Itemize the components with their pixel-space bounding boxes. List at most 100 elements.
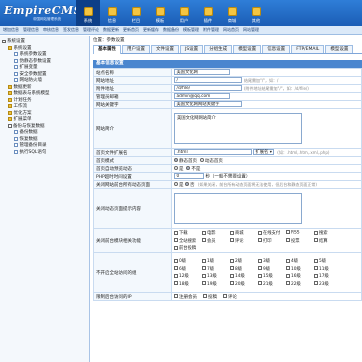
close-func-checkbox[interactable]: 全站搜索	[174, 238, 202, 244]
subnav-link[interactable]: 审核信息	[43, 27, 59, 33]
tab-group[interactable]: 分组生成	[204, 45, 233, 53]
close-func-checkbox[interactable]: 评论	[230, 238, 258, 244]
index-mode-static-radio[interactable]	[174, 158, 178, 162]
close-func-checkbox[interactable]: RSS	[286, 230, 314, 236]
index-ext-select[interactable]: 扩展名 ▾	[253, 149, 274, 155]
level-checkbox[interactable]: 15级	[258, 273, 286, 279]
subnav-link[interactable]: 数据备份	[163, 27, 179, 33]
close-func-checkbox[interactable]: 商城	[230, 230, 258, 236]
checkbox-icon	[286, 266, 290, 271]
checkbox-icon	[258, 273, 262, 278]
sidebar-item[interactable]: 执行SQL语句	[0, 149, 89, 156]
levels-group: 0级 1级 2级 3级 4级 5级 6级 7级 8级 9级 10级 11级 12级 13级 14级 15级 16…	[174, 257, 359, 288]
level-checkbox[interactable]: 9级	[258, 266, 286, 272]
email-input[interactable]: admin@qq.com	[174, 93, 230, 99]
checkbox-icon	[314, 238, 318, 242]
level-checkbox[interactable]: 1级	[202, 258, 230, 264]
subnav-link[interactable]: 增加信息	[3, 27, 19, 33]
topnav-info[interactable]: 信息	[100, 0, 124, 26]
topnav-user[interactable]: 用户	[172, 0, 196, 26]
level-checkbox[interactable]: 3级	[258, 258, 286, 264]
level-checkbox[interactable]: 22级	[286, 281, 314, 287]
tab-basic[interactable]: 基本属性	[93, 45, 121, 54]
site-url-input[interactable]: /	[174, 77, 242, 83]
level-checkbox[interactable]: 2级	[230, 258, 258, 264]
level-checkbox[interactable]: 0级	[174, 258, 202, 264]
subnav-link[interactable]: 网站管理	[243, 27, 259, 33]
auto-preview-label: 首页自动预览动态	[93, 164, 172, 173]
close-func-checkbox[interactable]: 打印	[258, 238, 286, 244]
topnav-shop[interactable]: 商城	[220, 0, 244, 26]
checkbox-icon	[314, 273, 318, 278]
topnav-plugin[interactable]: 插件	[196, 0, 220, 26]
keywords-input[interactable]: 美国文化网网站关键字	[174, 101, 242, 107]
checkbox-icon	[314, 230, 318, 235]
topnav-system[interactable]: 系统	[76, 0, 100, 26]
level-checkbox[interactable]: 8级	[230, 266, 258, 272]
tab-model[interactable]: 模型设置	[233, 45, 262, 53]
attach-url-input[interactable]: /d/file/	[174, 85, 242, 91]
php-timeout-input[interactable]: 0	[174, 173, 204, 179]
subnav-link[interactable]: 网站首页	[223, 27, 239, 33]
auto-preview-no-radio[interactable]	[186, 166, 191, 170]
level-checkbox[interactable]: 18级	[174, 281, 202, 287]
limit-checkbox[interactable]: 评论	[223, 294, 237, 300]
topnav-other[interactable]: 其他	[244, 0, 268, 26]
level-checkbox[interactable]: 19级	[202, 281, 230, 287]
site-name-input[interactable]: 美国文化网	[174, 69, 230, 75]
level-checkbox[interactable]: 5级	[314, 258, 342, 264]
index-mode-dynamic-radio[interactable]	[199, 158, 204, 162]
tab-model2[interactable]: 模型设置	[325, 45, 354, 53]
auto-preview-yes-radio[interactable]	[174, 166, 178, 170]
checkbox-icon	[314, 266, 318, 271]
page-icon	[14, 78, 18, 83]
level-checkbox[interactable]: 6级	[174, 266, 202, 272]
limit-checkbox[interactable]: 投稿	[203, 294, 217, 300]
subnav-link[interactable]: 管理评论	[83, 27, 99, 33]
checkbox-icon	[230, 266, 234, 271]
level-checkbox[interactable]: 16级	[286, 273, 314, 279]
level-checkbox[interactable]: 20级	[230, 281, 258, 287]
subnav-link[interactable]: 附件管理	[203, 27, 219, 33]
subnav-link[interactable]: 数据更新	[103, 27, 119, 33]
tab-ftp[interactable]: FTP/EMAIL	[291, 45, 325, 53]
level-checkbox[interactable]: 12级	[174, 273, 202, 279]
subnav-link[interactable]: 更新缓存	[143, 27, 159, 33]
level-checkbox[interactable]: 17级	[314, 273, 342, 279]
topnav-template[interactable]: 模板	[148, 0, 172, 26]
level-checkbox[interactable]: 21级	[258, 281, 286, 287]
sidebar-item-label: 扩展菜单	[13, 117, 32, 123]
limit-checkbox[interactable]: 注册会员	[174, 294, 197, 300]
tab-js[interactable]: JS设置	[180, 45, 204, 53]
close-dynamic-yes-radio[interactable]	[174, 182, 178, 186]
close-func-checkbox[interactable]: 搜索	[314, 230, 342, 236]
close-tip-textarea[interactable]	[174, 193, 302, 224]
close-func-checkbox[interactable]: 在线支付	[258, 230, 286, 236]
subnav-link[interactable]: 签发信息	[63, 27, 79, 33]
close-func-checkbox[interactable]: 前台投稿	[174, 245, 202, 251]
level-checkbox[interactable]: 23级	[314, 281, 342, 287]
level-checkbox[interactable]: 4级	[286, 258, 314, 264]
level-checkbox[interactable]: 13级	[202, 273, 230, 279]
close-dynamic-no-radio[interactable]	[184, 182, 189, 186]
description-label: 网站简介	[93, 108, 172, 149]
index-ext-input[interactable]: .html	[174, 149, 252, 155]
close-func-checkbox[interactable]: 投票	[286, 238, 314, 244]
close-func-checkbox[interactable]: 电影	[202, 230, 230, 236]
subnav-link[interactable]: 模板管理	[183, 27, 199, 33]
level-checkbox[interactable]: 10级	[286, 266, 314, 272]
level-checkbox[interactable]: 14级	[230, 273, 258, 279]
subnav-link[interactable]: 更新首页	[123, 27, 139, 33]
level-checkbox[interactable]: 7级	[202, 266, 230, 272]
topnav-column[interactable]: 栏目	[124, 0, 148, 26]
description-textarea[interactable]: 美国文化网网站简介	[174, 113, 302, 144]
tab-user[interactable]: 用户设置	[122, 45, 150, 53]
level-checkbox[interactable]: 11级	[314, 266, 342, 272]
close-func-checkbox[interactable]: 会员	[202, 238, 230, 244]
subnav-link[interactable]: 管理信息	[23, 27, 39, 33]
close-func-checkbox[interactable]: 下载	[174, 230, 202, 236]
checkbox-icon	[174, 273, 178, 278]
tab-info[interactable]: 信息设置	[262, 45, 291, 53]
tab-file[interactable]: 文件设置	[151, 45, 179, 53]
close-func-checkbox[interactable]: 结算	[314, 238, 342, 244]
